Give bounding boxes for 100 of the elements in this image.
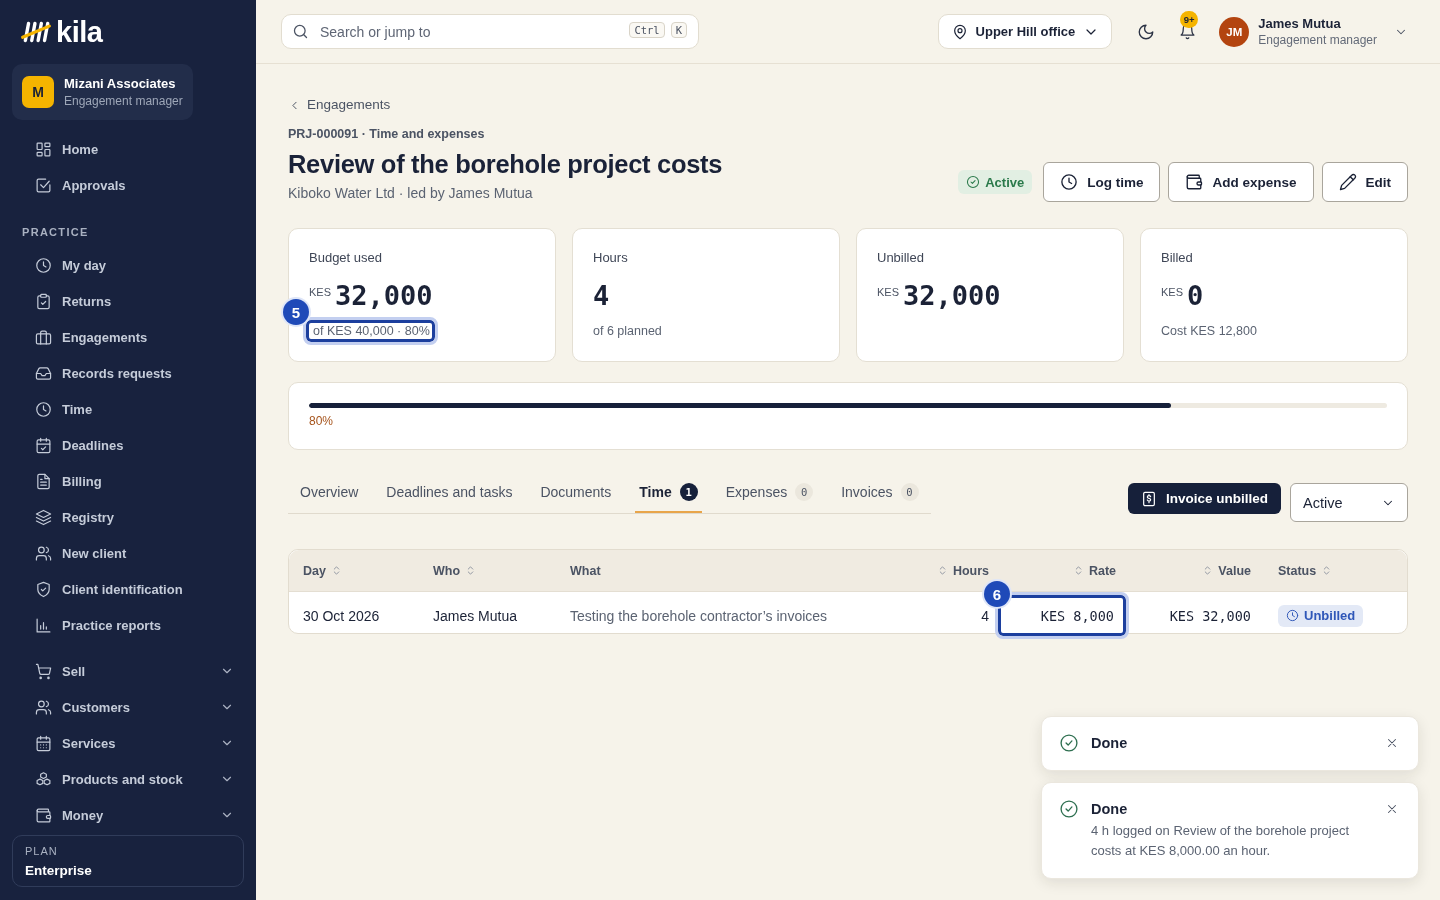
pencil-icon bbox=[1338, 173, 1357, 191]
table-cell: KES 32,000 bbox=[1169, 607, 1251, 624]
check-circle-icon bbox=[966, 175, 981, 189]
table-cell: 4 bbox=[981, 607, 989, 624]
tab[interactable]: Expenses 0 bbox=[721, 472, 818, 513]
action-button[interactable]: Add expense bbox=[1168, 162, 1314, 202]
column-header[interactable]: Who bbox=[419, 550, 556, 591]
nav-item[interactable]: Time bbox=[12, 391, 244, 427]
check-circle-icon bbox=[1059, 733, 1079, 753]
tab-count: 0 bbox=[900, 482, 919, 501]
action-button[interactable]: Log time bbox=[1043, 162, 1161, 202]
check-circle-icon bbox=[1059, 799, 1079, 819]
nav-item[interactable]: Deadlines bbox=[12, 427, 244, 463]
shield-icon bbox=[35, 580, 52, 598]
currency-label: KES bbox=[309, 286, 331, 298]
back-link[interactable]: Engagements bbox=[288, 96, 391, 114]
layers-icon bbox=[35, 508, 52, 526]
inbox-icon bbox=[35, 364, 52, 382]
user-avatar[interactable]: JM bbox=[1219, 16, 1250, 47]
currency-label: KES bbox=[1161, 286, 1183, 298]
status-text: Active bbox=[985, 174, 1025, 190]
logo-icon bbox=[20, 20, 52, 44]
column-header: What bbox=[569, 562, 602, 580]
metric-value: 32,000 bbox=[335, 280, 433, 312]
nav-item[interactable]: My day bbox=[12, 247, 244, 283]
metric-note: Cost KES 12,800 bbox=[1161, 323, 1257, 339]
document-icon bbox=[35, 472, 52, 490]
checkbox-icon bbox=[35, 176, 52, 194]
cart-icon bbox=[35, 662, 52, 680]
metric-note: of KES 40,000 · 80% bbox=[313, 323, 430, 339]
organization-switcher[interactable]: M Mizani Associates Engagement manager bbox=[12, 64, 193, 120]
tab-count: 0 bbox=[795, 482, 814, 501]
key-hint: Ctrl bbox=[629, 22, 665, 38]
toast-title: Done bbox=[1091, 800, 1129, 819]
tab[interactable]: Time 1 bbox=[635, 472, 702, 513]
nav-item[interactable]: Registry bbox=[12, 499, 244, 535]
nav-item[interactable]: Money bbox=[12, 797, 244, 833]
bar-chart-icon bbox=[35, 616, 52, 634]
grid-icon bbox=[35, 140, 52, 158]
clock-icon bbox=[1060, 173, 1079, 191]
nav-item[interactable]: Approvals bbox=[12, 167, 244, 203]
table-cell: Testing the borehole contractor’s invoices bbox=[570, 607, 828, 624]
toast-title: Done bbox=[1091, 734, 1129, 753]
nav-item[interactable]: Practice reports bbox=[12, 607, 244, 643]
tab[interactable]: Deadlines and tasks bbox=[382, 472, 517, 513]
status-text: Unbilled bbox=[1304, 608, 1356, 623]
tab[interactable]: Overview bbox=[296, 472, 363, 513]
user-role: Engagement manager bbox=[1258, 33, 1377, 47]
status-filter[interactable]: Active bbox=[1290, 483, 1408, 522]
map-pin-icon bbox=[951, 23, 968, 40]
clipboard-icon bbox=[35, 292, 52, 310]
nav-item[interactable]: Products and stock bbox=[12, 761, 244, 797]
organization-avatar: M bbox=[22, 76, 54, 108]
people-icon bbox=[35, 544, 52, 562]
currency-label: KES bbox=[877, 286, 899, 298]
project-code: PRJ-000091 · Time and expenses bbox=[288, 126, 485, 142]
close-icon[interactable] bbox=[1385, 736, 1399, 750]
plan-name: Enterprise bbox=[25, 863, 93, 879]
tab[interactable]: Invoices 0 bbox=[837, 472, 923, 513]
boxes-icon bbox=[35, 770, 52, 788]
clock-icon bbox=[35, 400, 52, 418]
metric-note: of 6 planned bbox=[593, 323, 662, 339]
metric-label: Unbilled bbox=[877, 250, 925, 266]
nav-item[interactable]: Billing bbox=[12, 463, 244, 499]
calendar-icon bbox=[35, 734, 52, 752]
moon-icon[interactable] bbox=[1137, 22, 1156, 41]
metric-label: Hours bbox=[593, 250, 629, 266]
metric-value: 0 bbox=[1187, 280, 1204, 312]
notification-count: 9+ bbox=[1180, 11, 1199, 28]
close-icon[interactable] bbox=[1385, 802, 1399, 816]
nav-item[interactable]: Home bbox=[12, 131, 244, 167]
nav-item[interactable]: Services bbox=[12, 725, 244, 761]
metric-label: Billed bbox=[1161, 250, 1194, 266]
table-cell: James Mutua bbox=[433, 607, 518, 624]
invoice-button[interactable]: Invoice unbilled bbox=[1128, 483, 1281, 514]
nav-item[interactable]: New client bbox=[12, 535, 244, 571]
action-button[interactable]: Edit bbox=[1321, 162, 1408, 202]
column-header[interactable]: Day bbox=[289, 550, 419, 591]
briefcase-icon bbox=[35, 328, 52, 346]
nav-item[interactable]: Returns bbox=[12, 283, 244, 319]
organization-role: Engagement manager bbox=[64, 94, 183, 108]
metric-value: 32,000 bbox=[903, 280, 1001, 312]
wallet-icon bbox=[1185, 173, 1204, 191]
nav-item[interactable]: Engagements bbox=[12, 319, 244, 355]
toast-message: 4 h logged on Review of the borehole project costs at KES 8,000.00 an hour. bbox=[1091, 822, 1350, 860]
nav-item[interactable]: Sell bbox=[12, 653, 244, 689]
progress-label: 80% bbox=[309, 414, 335, 428]
nav-item[interactable]: Client identification bbox=[12, 571, 244, 607]
column-header[interactable]: Status bbox=[1264, 550, 1407, 591]
column-header[interactable]: Value bbox=[1129, 550, 1264, 591]
table-cell: 30 Oct 2026 bbox=[303, 607, 380, 624]
user-name: James Mutua bbox=[1258, 16, 1342, 31]
tab[interactable]: Documents bbox=[536, 472, 616, 513]
nav-item[interactable]: Records requests bbox=[12, 355, 244, 391]
nav-item[interactable]: Customers bbox=[12, 689, 244, 725]
step-marker: 6 bbox=[984, 581, 1010, 607]
dollar-document-icon bbox=[1141, 490, 1157, 507]
location-button[interactable]: Upper Hill office bbox=[937, 14, 1113, 49]
wallet-icon bbox=[35, 806, 52, 824]
section-heading: PRACTICE bbox=[21, 225, 90, 240]
